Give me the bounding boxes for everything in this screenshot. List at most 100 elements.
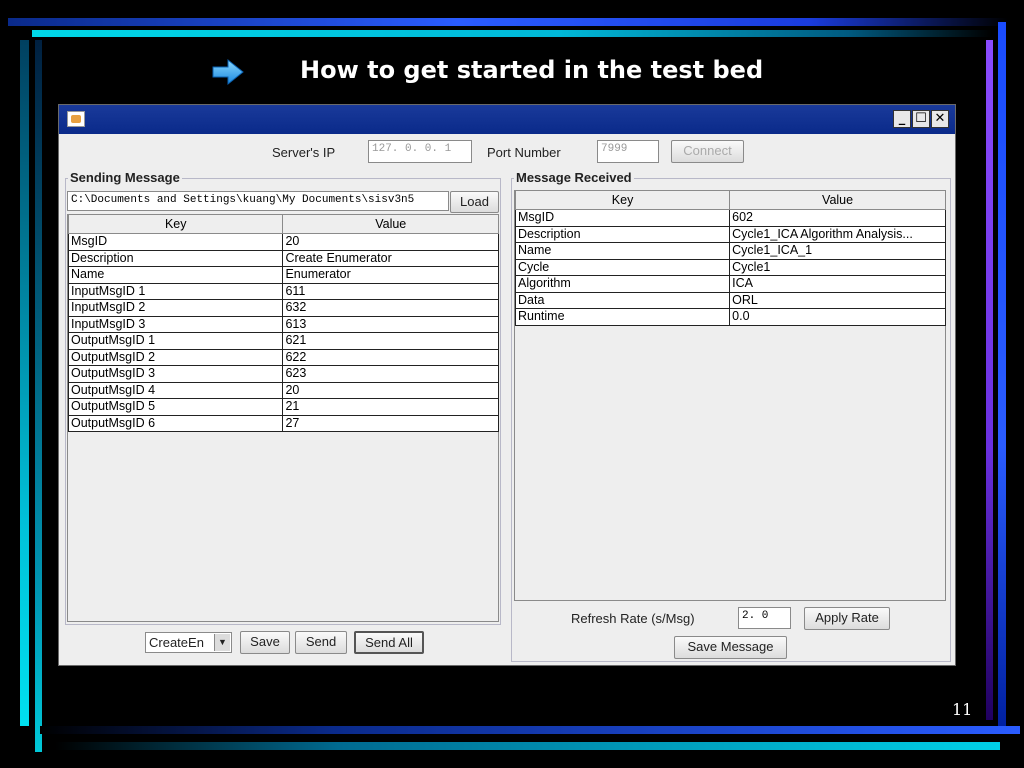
table-row[interactable]: Description Create Enumerator xyxy=(67,249,499,267)
window-titlebar[interactable]: _ ☐ ✕ xyxy=(59,105,955,134)
sending-col-value[interactable]: Value xyxy=(282,215,499,234)
decor-bar-top-cyan xyxy=(32,30,992,37)
table-cell-key[interactable]: Data xyxy=(514,291,731,309)
table-cell-key[interactable]: MsgID xyxy=(514,209,731,227)
load-button[interactable]: Load xyxy=(450,191,499,213)
server-ip-input[interactable]: 127. 0. 0. 1 xyxy=(368,140,472,163)
table-cell-key[interactable]: Algorithm xyxy=(514,275,731,293)
table-cell-key[interactable]: Description xyxy=(514,225,731,243)
table-row[interactable]: Description Cycle1_ICA Algorithm Analysis… xyxy=(514,225,946,243)
table-cell-key[interactable]: Name xyxy=(67,266,284,284)
table-cell-value[interactable]: Cycle1_ICA Algorithm Analysis... xyxy=(729,225,946,243)
table-cell-key[interactable]: Runtime xyxy=(514,308,731,326)
table-cell-key[interactable]: Name xyxy=(514,242,731,260)
table-row[interactable]: OutputMsgID 4 20 xyxy=(67,381,499,399)
file-path-input[interactable]: C:\Documents and Settings\kuang\My Docum… xyxy=(67,191,449,211)
decor-bar-top xyxy=(8,18,1008,26)
table-row[interactable]: Algorithm ICA xyxy=(514,275,946,293)
table-row[interactable]: InputMsgID 3 613 xyxy=(67,315,499,333)
sending-table: Key Value MsgID 20 Description Create Enume… xyxy=(67,215,499,432)
table-cell-value[interactable]: Cycle1_ICA_1 xyxy=(729,242,946,260)
decor-bar-right-purple xyxy=(986,40,993,720)
table-cell-value[interactable]: 0.0 xyxy=(729,308,946,326)
table-cell-value[interactable]: 623 xyxy=(282,365,499,383)
refresh-rate-label: Refresh Rate (s/Msg) xyxy=(571,611,695,626)
table-cell-key[interactable]: OutputMsgID 4 xyxy=(67,381,284,399)
decor-bar-right xyxy=(998,22,1006,728)
close-button[interactable]: ✕ xyxy=(931,110,949,128)
save-message-button[interactable]: Save Message xyxy=(674,636,787,659)
table-row[interactable]: Runtime 0.0 xyxy=(514,308,946,326)
maximize-button[interactable]: ☐ xyxy=(912,110,930,128)
decor-bar-bottom xyxy=(40,726,1020,734)
table-cell-key[interactable]: InputMsgID 1 xyxy=(67,282,284,300)
minimize-button[interactable]: _ xyxy=(893,110,911,128)
table-cell-key[interactable]: OutputMsgID 5 xyxy=(67,398,284,416)
decor-bar-left xyxy=(20,40,29,726)
table-cell-key[interactable]: InputMsgID 2 xyxy=(67,299,284,317)
received-table: Key Value MsgID 602 Description Cycle1_ICA … xyxy=(514,191,946,326)
table-cell-value[interactable]: Enumerator xyxy=(282,266,499,284)
server-ip-label: Server's IP xyxy=(272,145,336,160)
table-cell-value[interactable]: 21 xyxy=(282,398,499,416)
received-col-key[interactable]: Key xyxy=(514,191,731,210)
table-cell-value[interactable]: 632 xyxy=(282,299,499,317)
sending-table-area: Key Value MsgID 20 Description Create Enume… xyxy=(67,214,499,622)
slide-title: How to get started in the test bed xyxy=(300,56,764,84)
table-cell-value[interactable]: 20 xyxy=(282,233,499,251)
table-row[interactable]: Name Cycle1_ICA_1 xyxy=(514,242,946,260)
table-cell-value[interactable]: 621 xyxy=(282,332,499,350)
table-cell-value[interactable]: Create Enumerator xyxy=(282,249,499,267)
table-cell-key[interactable]: Cycle xyxy=(514,258,731,276)
port-number-input[interactable]: 7999 xyxy=(597,140,659,163)
table-row[interactable]: InputMsgID 2 632 xyxy=(67,299,499,317)
table-row[interactable]: InputMsgID 1 611 xyxy=(67,282,499,300)
received-col-value[interactable]: Value xyxy=(729,191,946,210)
port-number-label: Port Number xyxy=(487,145,561,160)
table-row[interactable]: OutputMsgID 5 21 xyxy=(67,398,499,416)
table-cell-value[interactable]: 611 xyxy=(282,282,499,300)
apply-rate-button[interactable]: Apply Rate xyxy=(804,607,890,630)
sending-col-key[interactable]: Key xyxy=(67,215,284,234)
save-button[interactable]: Save xyxy=(240,631,290,654)
chevron-down-icon[interactable]: ▼ xyxy=(214,634,230,651)
message-received-title: Message Received xyxy=(514,170,634,185)
table-cell-value[interactable]: 622 xyxy=(282,348,499,366)
table-row[interactable]: MsgID 602 xyxy=(514,209,946,227)
app-window: _ ☐ ✕ Server's IP 127. 0. 0. 1 Port Numb… xyxy=(58,104,956,666)
connect-button[interactable]: Connect xyxy=(671,140,744,163)
table-row[interactable]: OutputMsgID 1 621 xyxy=(67,332,499,350)
page-number: 11 xyxy=(952,700,973,719)
table-cell-value[interactable]: 613 xyxy=(282,315,499,333)
decor-bar-left-inner xyxy=(35,40,42,752)
table-cell-value[interactable]: 27 xyxy=(282,414,499,432)
table-cell-key[interactable]: OutputMsgID 3 xyxy=(67,365,284,383)
arrow-right-icon xyxy=(212,58,244,86)
table-cell-key[interactable]: OutputMsgID 1 xyxy=(67,332,284,350)
table-cell-value[interactable]: 602 xyxy=(729,209,946,227)
table-cell-key[interactable]: Description xyxy=(67,249,284,267)
table-row[interactable]: OutputMsgID 6 27 xyxy=(67,414,499,432)
table-row[interactable]: Name Enumerator xyxy=(67,266,499,284)
table-cell-key[interactable]: MsgID xyxy=(67,233,284,251)
table-row[interactable]: Data ORL xyxy=(514,291,946,309)
message-select-value: CreateEn xyxy=(149,635,204,650)
refresh-rate-input[interactable]: 2. 0 xyxy=(738,607,791,629)
table-row[interactable]: Cycle Cycle1 xyxy=(514,258,946,276)
table-row[interactable]: MsgID 20 xyxy=(67,233,499,251)
message-select[interactable]: CreateEn ▼ xyxy=(145,632,232,653)
decor-bar-bottom-cyan xyxy=(55,742,1000,750)
table-cell-key[interactable]: OutputMsgID 2 xyxy=(67,348,284,366)
send-button[interactable]: Send xyxy=(295,631,347,654)
table-row[interactable]: OutputMsgID 2 622 xyxy=(67,348,499,366)
java-app-icon xyxy=(67,111,85,127)
table-cell-value[interactable]: Cycle1 xyxy=(729,258,946,276)
table-cell-value[interactable]: ORL xyxy=(729,291,946,309)
table-cell-value[interactable]: ICA xyxy=(729,275,946,293)
table-cell-key[interactable]: InputMsgID 3 xyxy=(67,315,284,333)
send-all-button[interactable]: Send All xyxy=(354,631,424,654)
sending-message-title: Sending Message xyxy=(68,170,182,185)
table-cell-value[interactable]: 20 xyxy=(282,381,499,399)
table-cell-key[interactable]: OutputMsgID 6 xyxy=(67,414,284,432)
table-row[interactable]: OutputMsgID 3 623 xyxy=(67,365,499,383)
